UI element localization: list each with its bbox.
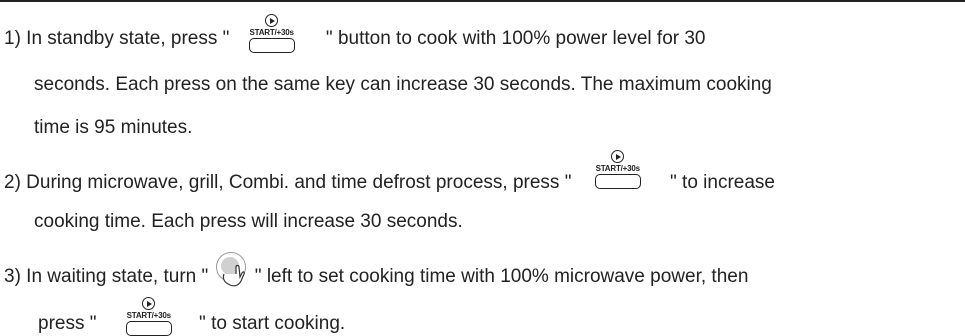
item-3-text-suffix: " left to set cooking time with 100% mic…: [254, 266, 749, 287]
item-1-line-1: 1) In standby state, press " START/+30s …: [4, 14, 706, 53]
item-3-line-1: 3) In waiting state, turn " " left to se…: [4, 252, 749, 288]
start-button-label: START/+30s: [126, 311, 172, 320]
button-outline: [594, 174, 641, 189]
play-circle-icon: [141, 297, 155, 310]
start-button-label: START/+30s: [249, 28, 294, 37]
button-outline: [248, 38, 295, 53]
item-2-text-suffix: " to increase: [670, 172, 775, 193]
item-2-text-prefix: 2) During microwave, grill, Combi. and t…: [4, 172, 572, 193]
item-3-line-2: press " START/+30s " to start cooking.: [38, 297, 346, 336]
item-1-line-3: time is 95 minutes.: [34, 117, 193, 138]
item-2-line-2: cooking time. Each press will increase 3…: [34, 211, 463, 232]
play-circle-icon: [264, 14, 278, 27]
dial-icon: [214, 252, 248, 288]
item-3-text-prefix: 3) In waiting state, turn ": [4, 266, 209, 287]
item-3-line-2-prefix: press ": [38, 313, 97, 334]
item-1-line-2: seconds. Each press on the same key can …: [34, 74, 772, 95]
top-rule: [0, 0, 965, 2]
start-button-image: START/+30s: [243, 14, 301, 53]
item-1-text-prefix: 1) In standby state, press ": [4, 28, 230, 49]
item-3-line-2-suffix: " to start cooking.: [199, 313, 346, 334]
start-button-image: START/+30s: [120, 297, 178, 336]
play-circle-icon: [610, 150, 624, 163]
button-outline: [125, 321, 172, 336]
item-1-text-suffix: " button to cook with 100% power level f…: [325, 28, 706, 49]
start-button-image: START/+30s: [589, 150, 647, 189]
item-2-line-1: 2) During microwave, grill, Combi. and t…: [4, 150, 775, 194]
start-button-label: START/+30s: [595, 164, 641, 173]
